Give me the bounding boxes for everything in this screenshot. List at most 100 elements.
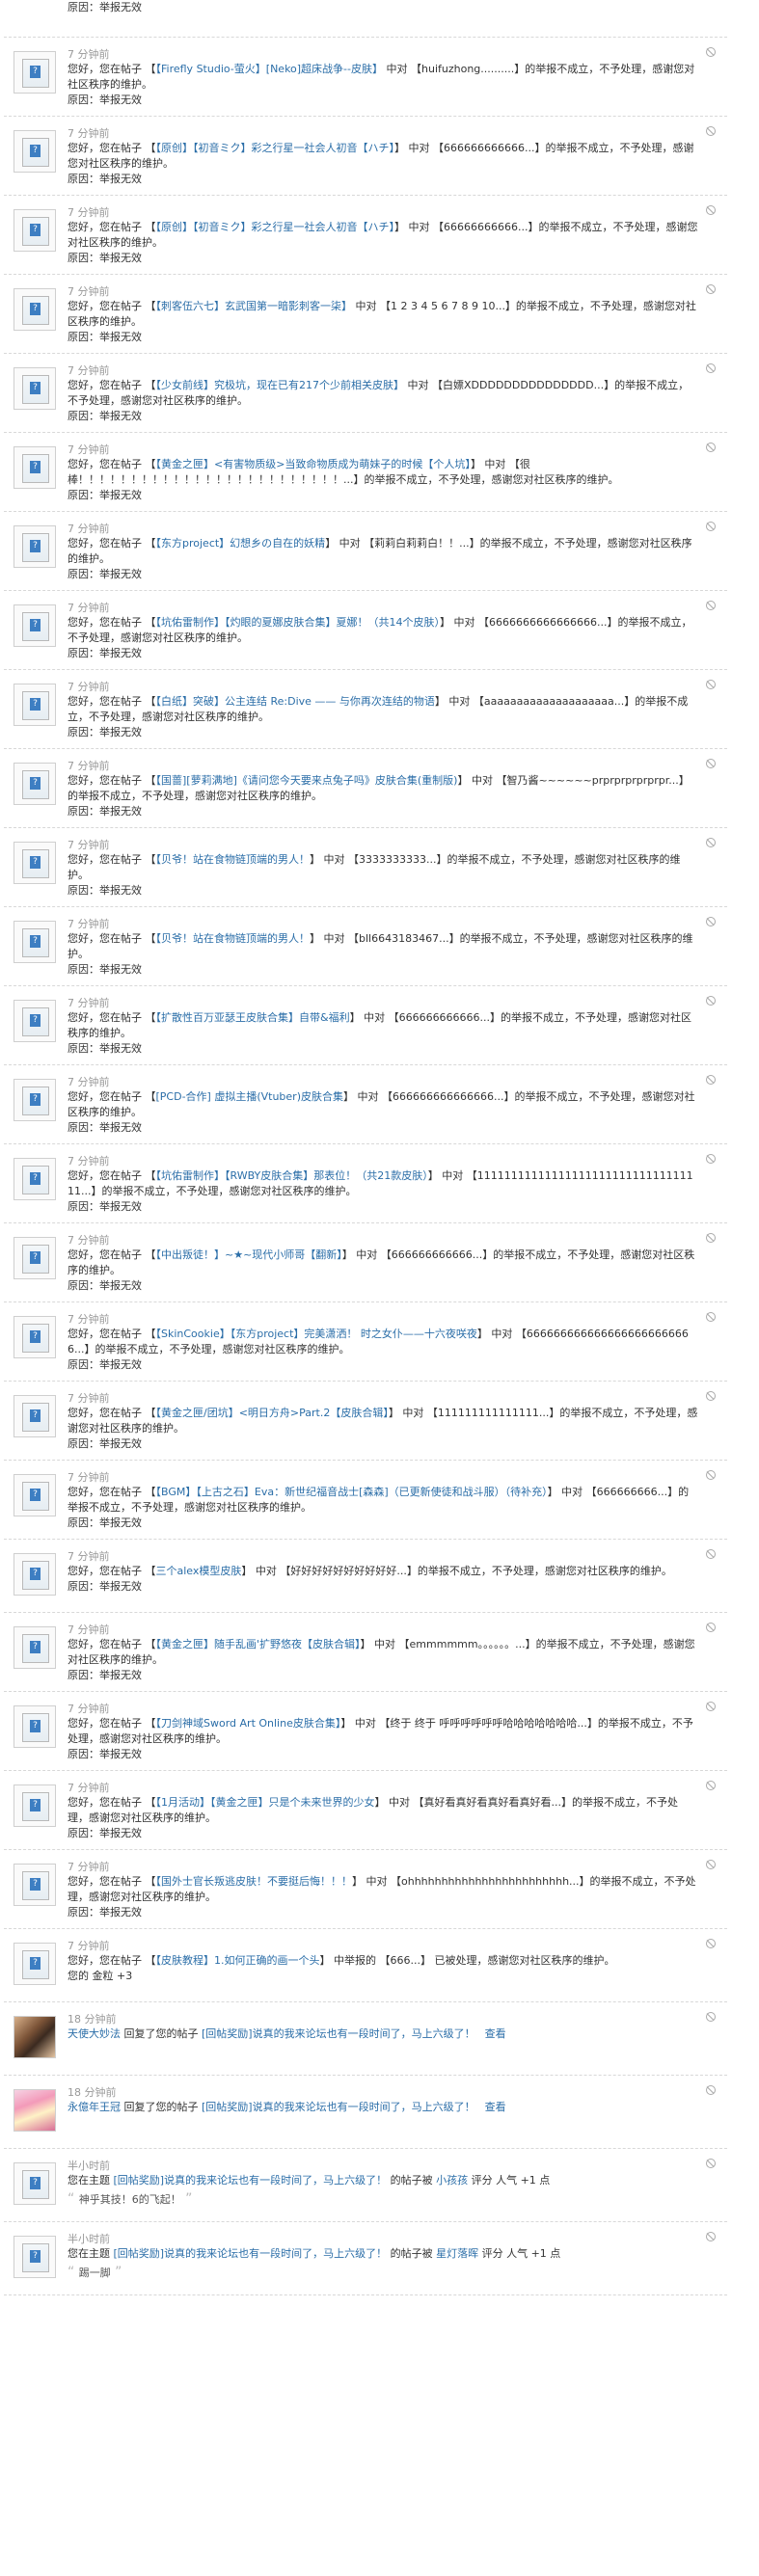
thread-link[interactable]: [回帖奖励]说真的我来论坛也有一段时间了，马上六级了！ bbox=[202, 2027, 475, 2040]
notification-reason: 原因：举报无效 bbox=[68, 1580, 142, 1593]
thread-link[interactable]: 【皮肤教程】1.如何正确的画一个头 bbox=[156, 1954, 320, 1967]
delete-icon[interactable] bbox=[706, 1470, 716, 1480]
thread-link[interactable]: 【贝爷！站在食物链顶端的男人！ bbox=[156, 853, 311, 866]
thread-link[interactable]: 【刀剑神域Sword Art Online皮肤合集】 bbox=[156, 1717, 341, 1730]
notification-prefix: 您好，您在帖子 【 bbox=[68, 1169, 156, 1182]
thread-link[interactable]: 【扩散性百万亚瑟王皮肤合集】自带&福利 bbox=[156, 1011, 350, 1024]
thread-link[interactable]: 【原创】【初音ミク】彩之行星一社会人初音【ハチ】 bbox=[156, 142, 395, 154]
notification-prefix: 您好，您在帖子 【 bbox=[68, 1011, 156, 1024]
thread-link[interactable]: [回帖奖励]说真的我来论坛也有一段时间了，马上六级了！ bbox=[114, 2174, 388, 2187]
delete-icon[interactable] bbox=[706, 522, 716, 531]
thread-link[interactable]: 【坑佑雷制作】【RWBY皮肤合集】那表位！（共21款皮肤） bbox=[156, 1169, 428, 1182]
delete-icon[interactable] bbox=[706, 284, 716, 294]
delete-icon[interactable] bbox=[706, 1702, 716, 1711]
user-link[interactable]: 小孩孩 bbox=[436, 2174, 468, 2187]
thread-link[interactable]: [回帖奖励]说真的我来论坛也有一段时间了，马上六级了！ bbox=[202, 2101, 475, 2113]
notification-item: 7 分钟前您好，您在帖子 【【原创】【初音ミク】彩之行星一社会人初音【ハチ】】 … bbox=[4, 196, 727, 275]
delete-icon[interactable] bbox=[706, 2159, 716, 2168]
notification-prefix: 您好，您在帖子 【 bbox=[68, 1954, 156, 1967]
reply-item: 18 分钟前 永億年王冠 回复了您的帖子 [回帖奖励]说真的我来论坛也有一段时间了… bbox=[4, 2076, 727, 2149]
thread-link[interactable]: 【坑佑雷制作】【灼眼的夏娜皮肤合集】夏娜！（共14个皮肤） bbox=[156, 616, 441, 629]
notification-time: 7 分钟前 bbox=[68, 1471, 110, 1484]
notification-body: 您好，您在帖子 【[PCD-合作] 虚拟主播(Vtuber)皮肤合集】 中对 【… bbox=[68, 1089, 698, 1120]
delete-icon[interactable] bbox=[706, 759, 716, 768]
delete-icon[interactable] bbox=[706, 205, 716, 215]
delete-icon[interactable] bbox=[706, 1623, 716, 1632]
notification-reason: 原因：举报无效 bbox=[68, 1, 142, 13]
notification-body: 您好，您在帖子 【【坑佑雷制作】【灼眼的夏娜皮肤合集】夏娜！（共14个皮肤）】 … bbox=[68, 615, 698, 646]
delete-icon[interactable] bbox=[706, 2085, 716, 2095]
delete-icon[interactable] bbox=[706, 601, 716, 610]
delete-icon[interactable] bbox=[706, 1781, 716, 1790]
thread-link[interactable]: 【黄金之匣】随手乱画'扩野悠夜【皮肤合辑】 bbox=[156, 1638, 361, 1650]
delete-icon[interactable] bbox=[706, 1391, 716, 1401]
thread-link[interactable]: 【中出叛徒！】~★~现代小师哥【翻新】 bbox=[156, 1248, 342, 1261]
system-notice-avatar bbox=[14, 1784, 56, 1827]
user-link[interactable]: 星灯落晖 bbox=[436, 2247, 478, 2260]
delete-icon[interactable] bbox=[706, 2012, 716, 2022]
system-notice-avatar bbox=[14, 2162, 56, 2205]
thread-link[interactable]: 【黄金之匣/团坑】<明日方舟>Part.2【皮肤合辑】 bbox=[156, 1407, 389, 1419]
delete-icon[interactable] bbox=[706, 1549, 716, 1559]
delete-icon[interactable] bbox=[706, 1075, 716, 1085]
thread-link[interactable]: 【白纸】突破】公主连结 Re:Dive —— 与你再次连结的物语 bbox=[156, 695, 435, 708]
thread-link[interactable]: 三个alex模型皮肤 bbox=[156, 1565, 242, 1577]
system-notice-avatar bbox=[14, 288, 56, 331]
notification-time: 7 分钟前 bbox=[68, 1623, 110, 1636]
thread-link[interactable]: 【少女前线】究极坑，现在已有217个少前相关皮肤】 bbox=[156, 379, 405, 391]
delete-icon[interactable] bbox=[706, 1860, 716, 1869]
user-avatar[interactable] bbox=[14, 2089, 56, 2132]
system-notice-avatar bbox=[14, 1705, 56, 1748]
notification-body: 您好，您在帖子 【【刀剑神域Sword Art Online皮肤合集】】 中对 … bbox=[68, 1716, 698, 1747]
delete-icon[interactable] bbox=[706, 2232, 716, 2241]
view-link[interactable]: 查看 bbox=[485, 2027, 506, 2040]
notification-time: 18 分钟前 bbox=[68, 2013, 117, 2026]
thread-link[interactable]: 【BGM】【上古之石】Eva：新世纪福音战士[森森]（已更新使徒和战斗服）（待补… bbox=[156, 1486, 548, 1498]
delete-icon[interactable] bbox=[706, 47, 716, 57]
notification-body: 您好，您在帖子 【【刺客伍六七】玄武国第一暗影刺客一柒】 中对 【1 2 3 4… bbox=[68, 299, 698, 330]
delete-icon[interactable] bbox=[706, 996, 716, 1006]
thread-link[interactable]: 【原创】【初音ミク】彩之行星一社会人初音【ハチ】 bbox=[156, 221, 395, 233]
delete-icon[interactable] bbox=[706, 1939, 716, 1948]
delete-icon[interactable] bbox=[706, 838, 716, 847]
notification-body: 您好，您在帖子 【【原创】【初音ミク】彩之行星一社会人初音【ハチ】】 中对 【6… bbox=[68, 220, 698, 251]
thread-link[interactable]: 【国外士官长叛逃皮肤！不要挺后悔！！！ bbox=[156, 1875, 353, 1888]
thread-link[interactable]: [回帖奖励]说真的我来论坛也有一段时间了，马上六级了！ bbox=[114, 2247, 388, 2260]
view-link[interactable]: 查看 bbox=[485, 2101, 506, 2113]
system-notice-avatar bbox=[14, 1474, 56, 1516]
notification-item: 7 分钟前您好，您在帖子 【【黄金之匣】随手乱画'扩野悠夜【皮肤合辑】】 中对 … bbox=[4, 1613, 727, 1692]
thread-link[interactable]: 【SkinCookie】【东方project】完美潇洒！ 时之女仆——十六夜咲夜 bbox=[156, 1328, 477, 1340]
delete-icon[interactable] bbox=[706, 1154, 716, 1164]
notification-reason: 原因：举报无效 bbox=[68, 173, 142, 185]
notification-time: 7 分钟前 bbox=[68, 1861, 110, 1873]
delete-icon[interactable] bbox=[706, 680, 716, 689]
notification-body: 您在主题 [回帖奖励]说真的我来论坛也有一段时间了，马上六级了！ 的帖子被 小孩… bbox=[68, 2173, 698, 2188]
thread-link[interactable]: 【东方project】幻想乡の自在的妖精 bbox=[156, 537, 326, 550]
delete-icon[interactable] bbox=[706, 443, 716, 452]
notification-reason: 您的 金粒 +3 bbox=[68, 1970, 133, 1982]
delete-icon[interactable] bbox=[706, 1233, 716, 1243]
thread-link[interactable]: 【国蔷][萝莉满地]《请问您今天要来点兔子吗》皮肤合集(重制版) bbox=[156, 774, 458, 787]
notification-body: 您好，您在帖子 【【扩散性百万亚瑟王皮肤合集】自带&福利】 中对 【666666… bbox=[68, 1010, 698, 1041]
notification-reason: 原因：举报无效 bbox=[68, 252, 142, 264]
notification-time: 7 分钟前 bbox=[68, 1392, 110, 1405]
delete-icon[interactable] bbox=[706, 126, 716, 136]
notification-prefix: 您好，您在帖子 【 bbox=[68, 1638, 156, 1650]
thread-link[interactable]: 【刺客伍六七】玄武国第一暗影刺客一柒】 bbox=[156, 300, 353, 312]
delete-icon[interactable] bbox=[706, 917, 716, 926]
thread-link[interactable]: 【Firefly Studio-萤火】[Neko]超床战争--皮肤】 bbox=[156, 63, 384, 75]
delete-icon[interactable] bbox=[706, 363, 716, 373]
thread-link[interactable]: 【贝爷！站在食物链顶端的男人！ bbox=[156, 932, 311, 945]
notification-time: 7 分钟前 bbox=[68, 206, 110, 219]
thread-link[interactable]: [PCD-合作] 虚拟主播(Vtuber)皮肤合集 bbox=[156, 1090, 344, 1103]
user-link[interactable]: 天使大妙法 bbox=[68, 2027, 121, 2040]
notification-reason: 原因：举报无效 bbox=[68, 568, 142, 580]
thread-link[interactable]: 【1月活动】【黄金之匣】只是个未来世界的少女 bbox=[156, 1796, 375, 1809]
notification-item: 7 分钟前您好，您在帖子 【【少女前线】究极坑，现在已有217个少前相关皮肤】 … bbox=[4, 354, 727, 433]
user-link[interactable]: 永億年王冠 bbox=[68, 2101, 121, 2113]
user-avatar[interactable] bbox=[14, 2016, 56, 2058]
thread-link[interactable]: 【黄金之匣】<有害物质级>当致命物质成为萌妹子的时候【个人坑】 bbox=[156, 458, 471, 470]
system-notice-avatar bbox=[14, 842, 56, 884]
delete-icon[interactable] bbox=[706, 1312, 716, 1322]
notification-item: 7 分钟前您好，您在帖子 【【国蔷][萝莉满地]《请问您今天要来点兔子吗》皮肤合… bbox=[4, 749, 727, 828]
